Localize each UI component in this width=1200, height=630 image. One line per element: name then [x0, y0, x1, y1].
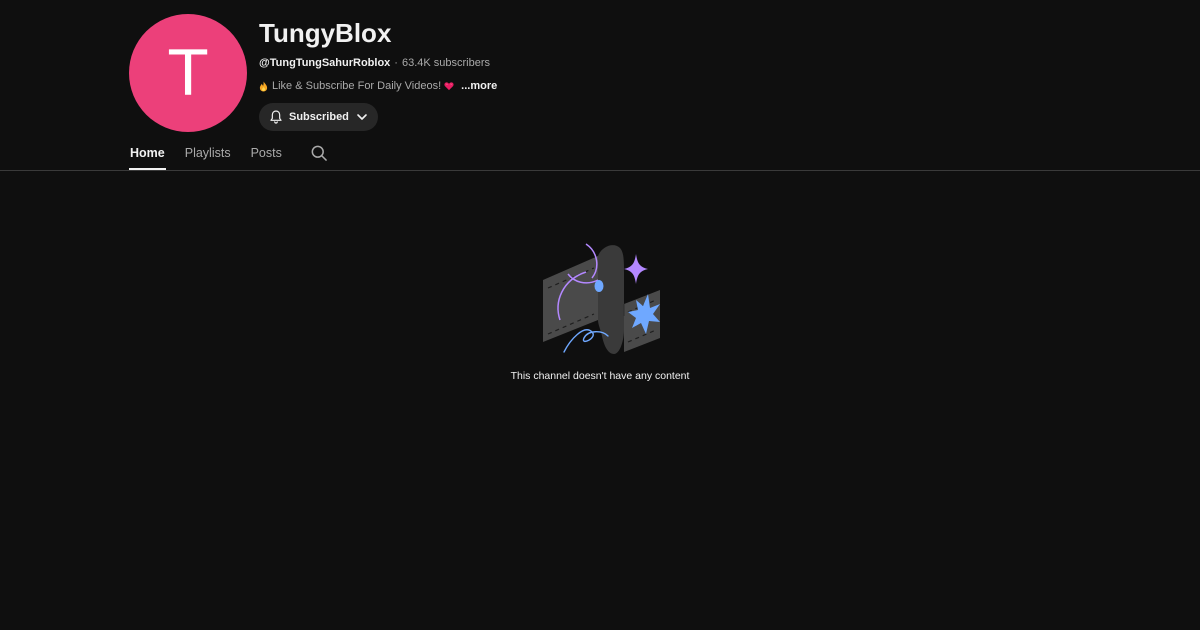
subscribed-label: Subscribed	[289, 111, 349, 123]
avatar[interactable]: T	[129, 14, 247, 132]
empty-state-illustration	[543, 243, 660, 354]
description-text: Like & Subscribe For Daily Videos!	[272, 80, 442, 92]
heart-icon	[444, 82, 454, 91]
tab-playlists[interactable]: Playlists	[184, 140, 232, 170]
channel-page: T TungyBlox @TungTungSahurRoblox · 63.4K s…	[0, 0, 1200, 630]
empty-state-message: This channel doesn't have any content	[510, 370, 690, 382]
subscribed-button[interactable]: Subscribed	[259, 103, 378, 131]
tabs-divider	[0, 170, 1200, 171]
channel-tabs: Home Playlists Posts	[129, 140, 329, 170]
separator: ·	[394, 57, 398, 69]
subscriber-count: 63.4K subscribers	[401, 57, 491, 69]
chevron-down-icon	[357, 114, 367, 120]
channel-subline: @TungTungSahurRoblox · 63.4K subscribers	[259, 56, 497, 70]
bell-icon	[270, 110, 282, 124]
channel-description[interactable]: Like & Subscribe For Daily Videos! ...mo…	[259, 79, 497, 93]
channel-meta: TungyBlox @TungTungSahurRoblox · 63.4K sub…	[259, 14, 497, 131]
tab-posts[interactable]: Posts	[250, 140, 283, 170]
channel-handle: @TungTungSahurRoblox	[259, 57, 391, 69]
search-icon[interactable]	[309, 143, 329, 163]
channel-title: TungyBlox	[259, 18, 392, 48]
more-link[interactable]: ...more	[461, 79, 497, 93]
channel-header: T TungyBlox @TungTungSahurRoblox · 63.4K s…	[129, 14, 497, 132]
flame-icon	[259, 81, 268, 91]
tab-home[interactable]: Home	[129, 140, 166, 170]
